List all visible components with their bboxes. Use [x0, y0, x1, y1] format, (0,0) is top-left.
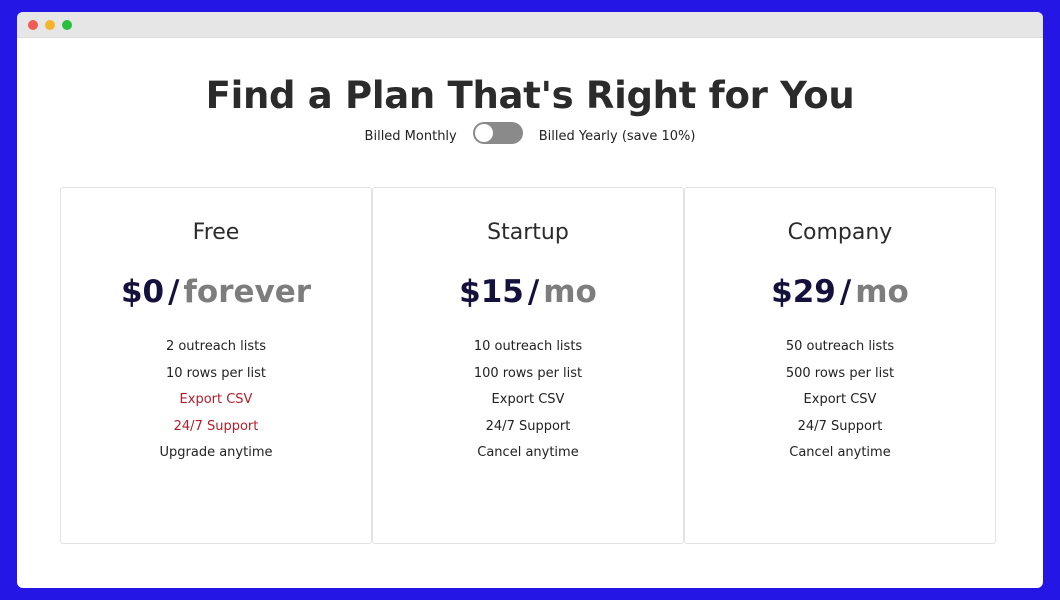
price-separator: / [839, 274, 852, 310]
billing-period-toggle[interactable] [472, 121, 523, 144]
feature-item: Upgrade anytime [159, 445, 273, 461]
plan-name: Company [787, 220, 893, 245]
feature-item: 50 outreach lists [785, 339, 895, 354]
billing-toggle-row: Billed Monthly Billed Yearly (save 10%) [17, 121, 1043, 144]
price-separator: / [168, 274, 180, 310]
feature-list: 2 outreach lists 10 rows per list Export… [61, 334, 371, 467]
plan-price: $0/forever [61, 274, 371, 314]
billed-monthly-label[interactable]: Billed Monthly [365, 129, 457, 144]
maximize-window-dot[interactable] [62, 20, 72, 30]
plan-card-free[interactable]: Free $0/forever 2 outreach lists 10 rows… [60, 187, 372, 544]
feature-item: Cancel anytime [789, 445, 891, 461]
price-period: mo [543, 274, 597, 310]
price-amount: $29 [771, 274, 836, 310]
feature-item: Cancel anytime [477, 445, 579, 461]
feature-item: 24/7 Support [173, 418, 259, 434]
plan-card-company[interactable]: Company $29/mo 50 outreach lists 500 row… [684, 187, 996, 544]
billed-yearly-label[interactable]: Billed Yearly (save 10%) [539, 129, 696, 144]
feature-list: 50 outreach lists 500 rows per list Expo… [685, 334, 995, 467]
plan-name: Free [192, 220, 240, 245]
feature-item: 10 outreach lists [473, 339, 583, 354]
minimize-window-dot[interactable] [45, 20, 55, 30]
feature-item: 100 rows per list [473, 365, 583, 381]
price-amount: $0 [120, 274, 165, 310]
plan-name: Startup [487, 220, 569, 245]
feature-item: Export CSV [803, 392, 877, 408]
plan-price: $15/mo [373, 274, 683, 314]
feature-item: 10 rows per list [165, 365, 267, 381]
feature-item: 2 outreach lists [165, 339, 267, 354]
close-window-dot[interactable] [28, 20, 38, 30]
feature-item: 24/7 Support [485, 418, 571, 434]
feature-item: Export CSV [179, 392, 253, 408]
price-period: mo [855, 274, 909, 310]
price-period: forever [183, 274, 312, 310]
plan-price: $29/mo [685, 274, 995, 314]
page-title: Find a Plan That's Right for You [205, 74, 855, 117]
feature-item: Export CSV [491, 392, 565, 408]
browser-window: Find a Plan That's Right for You Billed … [17, 12, 1043, 588]
feature-item: 500 rows per list [785, 365, 895, 381]
toggle-knob [474, 123, 493, 142]
plan-card-startup[interactable]: Startup $15/mo 10 outreach lists 100 row… [372, 187, 684, 544]
price-separator: / [527, 274, 540, 310]
pricing-plans: Free $0/forever 2 outreach lists 10 rows… [60, 187, 996, 544]
feature-item: 24/7 Support [797, 418, 883, 434]
window-titlebar [17, 12, 1043, 38]
feature-list: 10 outreach lists 100 rows per list Expo… [373, 334, 683, 467]
price-amount: $15 [459, 274, 524, 310]
